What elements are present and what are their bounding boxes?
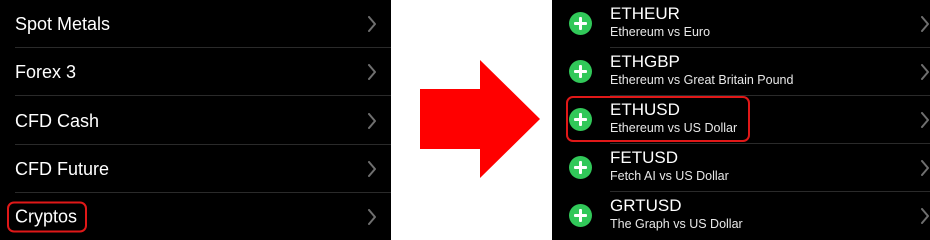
symbol-row-etheur[interactable]: ETHEUR Ethereum vs Euro [552, 0, 930, 48]
chevron-right-icon [368, 64, 376, 80]
category-item-cryptos[interactable]: Cryptos [0, 193, 391, 240]
plus-circle-icon[interactable] [569, 156, 592, 179]
symbol-row-grtusd[interactable]: GRTUSD The Graph vs US Dollar [552, 192, 930, 240]
category-label: Spot Metals [15, 14, 111, 34]
plus-circle-icon[interactable] [569, 204, 592, 227]
category-list: Spot Metals Forex 3 CFD Cash CFD Future … [0, 0, 391, 240]
chevron-right-icon [921, 64, 929, 80]
chevron-right-icon [921, 208, 929, 224]
symbol-name: ETHGBP [610, 52, 680, 71]
symbol-name: GRTUSD [610, 196, 682, 215]
arrow-right-icon [420, 60, 540, 178]
chevron-right-icon [921, 160, 929, 176]
symbol-name: ETHEUR [610, 4, 680, 23]
chevron-right-icon [368, 16, 376, 32]
highlight-box-ethusd [566, 96, 750, 142]
chevron-right-icon [921, 16, 929, 32]
symbol-name: FETUSD [610, 148, 678, 167]
category-label: CFD Future [15, 159, 110, 179]
plus-circle-icon[interactable] [569, 60, 592, 83]
category-item-forex-3[interactable]: Forex 3 [0, 48, 391, 96]
symbol-row-ethgbp[interactable]: ETHGBP Ethereum vs Great Britain Pound [552, 48, 930, 96]
category-item-spot-metals[interactable]: Spot Metals [0, 0, 391, 48]
symbol-description: Fetch AI vs US Dollar [610, 169, 729, 183]
symbol-row-fetusd[interactable]: FETUSD Fetch AI vs US Dollar [552, 144, 930, 192]
symbol-description: Ethereum vs Euro [610, 25, 711, 39]
chevron-right-icon [368, 113, 376, 129]
plus-circle-icon[interactable] [569, 12, 592, 35]
chevron-right-icon [921, 112, 929, 128]
divider [15, 95, 391, 96]
category-label: Forex 3 [15, 62, 77, 82]
chevron-right-icon [368, 209, 376, 225]
category-label: CFD Cash [15, 111, 100, 131]
category-item-cfd-cash[interactable]: CFD Cash [0, 97, 391, 145]
symbol-description: The Graph vs US Dollar [610, 217, 743, 231]
symbol-description: Ethereum vs Great Britain Pound [610, 73, 794, 87]
chevron-right-icon [368, 161, 376, 177]
category-label-highlighted: Cryptos [7, 201, 88, 233]
category-item-cfd-future[interactable]: CFD Future [0, 145, 391, 193]
